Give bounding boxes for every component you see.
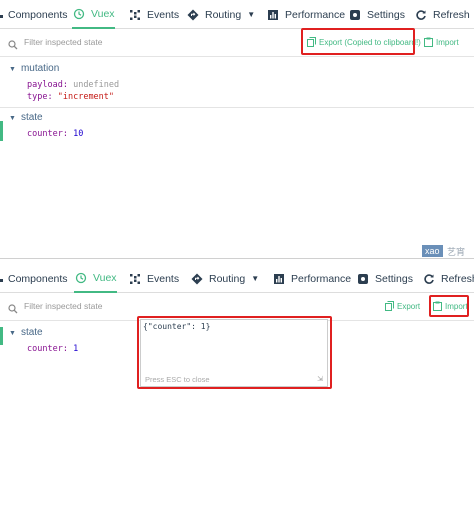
tab-label: Events	[147, 272, 180, 285]
counter-key: counter	[27, 344, 63, 354]
type-row: type: "increment"	[27, 92, 115, 102]
counter-key: counter	[27, 129, 63, 139]
search-icon	[8, 37, 18, 55]
tab-routing[interactable]: Routing ▼	[186, 0, 255, 29]
counter-value: 10	[73, 129, 84, 139]
mutation-section-header[interactable]: ▼ mutation	[9, 63, 59, 74]
tab-label: Vuex	[91, 7, 115, 20]
tab-events[interactable]: Events	[128, 0, 179, 29]
highlight-box-import	[429, 295, 469, 317]
type-value: "increment"	[57, 92, 115, 102]
caret-down-icon: ▼	[9, 66, 16, 73]
resize-grip-icon[interactable]: ⇲	[317, 375, 323, 383]
tab-label: Settings	[367, 8, 405, 21]
events-icon	[128, 8, 142, 22]
history-icon	[74, 271, 88, 285]
import-hint: Press ESC to close	[145, 375, 210, 384]
section-title: state	[20, 112, 43, 123]
selection-accent-bar	[0, 121, 3, 141]
gear-icon	[348, 8, 362, 22]
tab-events[interactable]: Events	[128, 264, 179, 293]
tab-label: Routing	[209, 272, 246, 285]
gear-icon	[356, 272, 370, 286]
import-dialog: {"counter": 1} Press ESC to close ⇲	[140, 319, 328, 387]
refresh-button[interactable]: Refresh	[422, 264, 474, 293]
import-textarea[interactable]: {"counter": 1}	[143, 322, 325, 370]
toolbar-dot	[0, 15, 3, 18]
devtools-panel-top: Components Vuex Events Routing ▼ Perform…	[0, 0, 474, 258]
tab-label: Routing	[205, 8, 242, 21]
routing-icon	[186, 8, 200, 22]
routing-icon	[190, 272, 204, 286]
payload-key: payload	[27, 80, 63, 90]
chart-icon	[266, 8, 280, 22]
import-label: Import	[436, 37, 459, 47]
highlight-box-export	[301, 28, 415, 55]
tab-label: Settings	[375, 272, 413, 285]
export-button[interactable]: Export	[385, 301, 420, 311]
chevron-down-icon: ▼	[247, 10, 256, 19]
type-key: type	[27, 92, 48, 102]
payload-row: payload: undefined	[27, 80, 120, 90]
state-section-header[interactable]: ▼ state	[9, 112, 43, 123]
filter-input[interactable]: Filter inspected state	[24, 301, 102, 311]
devtools-toolbar: Components Vuex Events Routing ▼ Perform…	[0, 264, 474, 293]
tab-settings[interactable]: Settings	[356, 264, 413, 293]
watermark-text: 艺宵	[447, 247, 466, 257]
history-icon	[72, 7, 86, 21]
tab-label: Vuex	[93, 271, 117, 284]
tab-label: Performance	[291, 272, 352, 285]
chart-icon	[272, 272, 286, 286]
panel-separator	[0, 258, 474, 259]
clipboard-icon	[424, 37, 433, 47]
tab-components[interactable]: Components	[8, 264, 68, 293]
events-icon	[128, 272, 142, 286]
refresh-icon	[422, 272, 436, 286]
toolbar-dot	[0, 279, 3, 282]
caret-down-icon: ▼	[9, 115, 16, 122]
tab-label: Refresh	[441, 272, 474, 285]
caret-down-icon: ▼	[9, 330, 16, 337]
filter-input[interactable]: Filter inspected state	[24, 37, 102, 47]
search-icon	[8, 301, 18, 319]
chevron-down-icon: ▼	[251, 274, 260, 283]
tab-components[interactable]: Components	[8, 0, 68, 29]
devtools-panel-bottom: Components Vuex Events Routing ▼ Perform…	[0, 262, 474, 517]
tab-label: Events	[147, 8, 180, 21]
tab-routing[interactable]: Routing ▼	[190, 264, 259, 293]
tab-vuex[interactable]: Vuex	[74, 264, 117, 293]
tab-performance[interactable]: Performance	[266, 0, 345, 29]
tab-label: Refresh	[433, 8, 470, 21]
tab-settings[interactable]: Settings	[348, 0, 405, 29]
refresh-icon	[414, 8, 428, 22]
payload-value: undefined	[73, 80, 120, 90]
selection-accent-bar	[0, 327, 3, 345]
import-button[interactable]: Import	[424, 37, 459, 47]
counter-value: 1	[73, 344, 79, 354]
copy-icon	[385, 301, 394, 311]
tab-performance[interactable]: Performance	[272, 264, 351, 293]
section-title: mutation	[20, 63, 60, 74]
counter-row: counter: 10	[27, 129, 84, 139]
section-divider	[0, 107, 474, 108]
tab-label: Components	[8, 272, 68, 285]
tab-label: Performance	[285, 8, 346, 21]
section-title: state	[20, 327, 43, 338]
counter-row: counter: 1	[27, 344, 79, 354]
watermark-tag: xao	[422, 245, 443, 257]
state-section-header[interactable]: ▼ state	[9, 327, 43, 338]
refresh-button[interactable]: Refresh	[414, 0, 470, 29]
export-label: Export	[397, 301, 421, 311]
tab-vuex[interactable]: Vuex	[72, 0, 115, 29]
tab-label: Components	[8, 8, 68, 21]
devtools-toolbar: Components Vuex Events Routing ▼ Perform…	[0, 0, 474, 29]
